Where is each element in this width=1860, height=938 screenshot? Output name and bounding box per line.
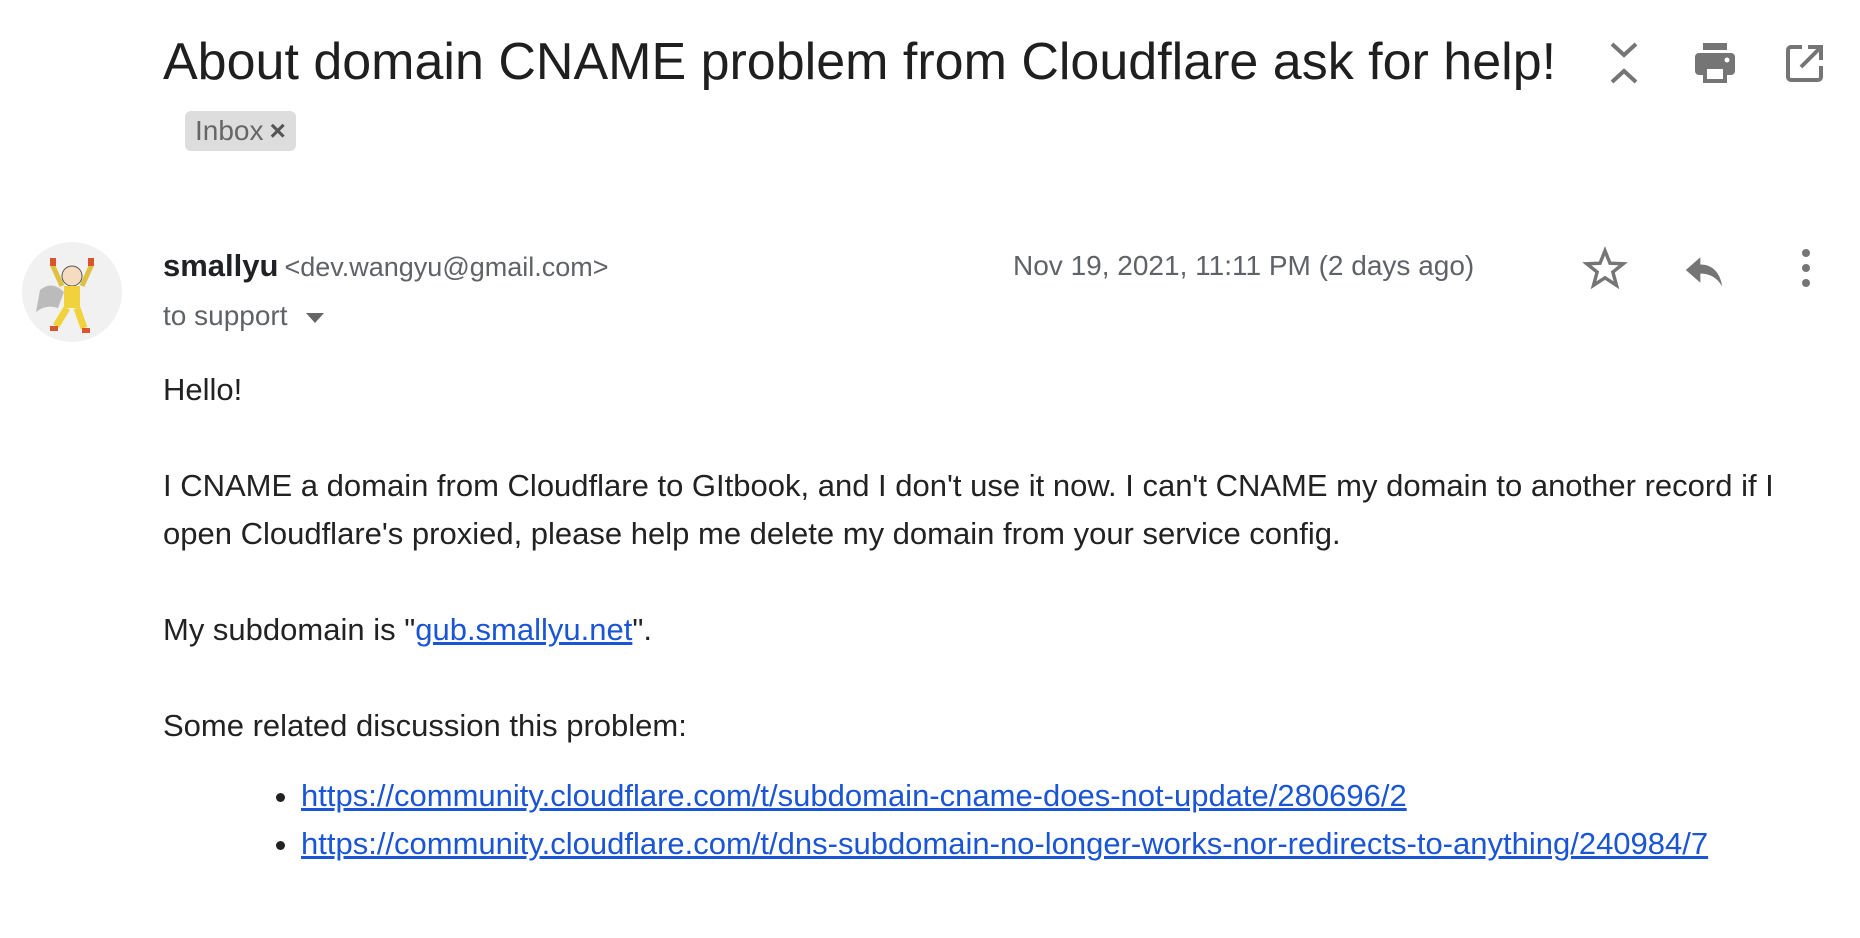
reply-icon[interactable] — [1682, 250, 1726, 290]
avatar-illustration — [36, 258, 95, 333]
subdomain-suffix: ". — [632, 612, 652, 647]
more-vert-icon[interactable] — [1796, 246, 1816, 290]
body-paragraph: I CNAME a domain from Cloudflare to GItb… — [163, 468, 1774, 551]
collapse-all-icon[interactable] — [1604, 40, 1644, 86]
related-intro: Some related discussion this problem: — [163, 708, 687, 743]
sender-info: smallyu <dev.wangyu@gmail.com> — [163, 248, 609, 284]
label-chip-text: Inbox — [195, 115, 264, 147]
related-link[interactable]: https://community.cloudflare.com/t/subdo… — [301, 778, 1407, 813]
star-icon[interactable] — [1582, 246, 1628, 292]
list-item: https://community.cloudflare.com/t/subdo… — [301, 772, 1843, 820]
sender-avatar[interactable] — [22, 242, 122, 342]
label-chip-inbox[interactable]: Inbox × — [185, 111, 296, 152]
remove-label-icon[interactable]: × — [270, 115, 286, 146]
recipients-text: to support — [163, 300, 288, 331]
sender-name[interactable]: smallyu — [163, 248, 278, 283]
related-link[interactable]: https://community.cloudflare.com/t/dns-s… — [301, 826, 1708, 861]
list-item: https://community.cloudflare.com/t/dns-s… — [301, 820, 1843, 868]
recipients-toggle[interactable]: to support — [163, 300, 324, 332]
subdomain-line: My subdomain is "gub.smallyu.net". — [163, 606, 1843, 654]
print-icon[interactable] — [1694, 42, 1736, 84]
subject-text: About domain CNAME problem from Cloudfla… — [163, 33, 1557, 91]
open-in-new-window-icon[interactable] — [1786, 44, 1824, 82]
subdomain-link[interactable]: gub.smallyu.net — [415, 612, 632, 647]
email-subject: About domain CNAME problem from Cloudfla… — [163, 26, 1593, 170]
sender-email: <dev.wangyu@gmail.com> — [284, 252, 609, 282]
greeting: Hello! — [163, 372, 243, 407]
message-body: Hello! I CNAME a domain from Cloudflare … — [163, 366, 1843, 868]
subdomain-prefix: My subdomain is " — [163, 612, 416, 647]
related-links-list: https://community.cloudflare.com/t/subdo… — [163, 772, 1843, 868]
caret-down-icon[interactable] — [305, 312, 324, 323]
message-date: Nov 19, 2021, 11:11 PM (2 days ago) — [1013, 250, 1475, 281]
